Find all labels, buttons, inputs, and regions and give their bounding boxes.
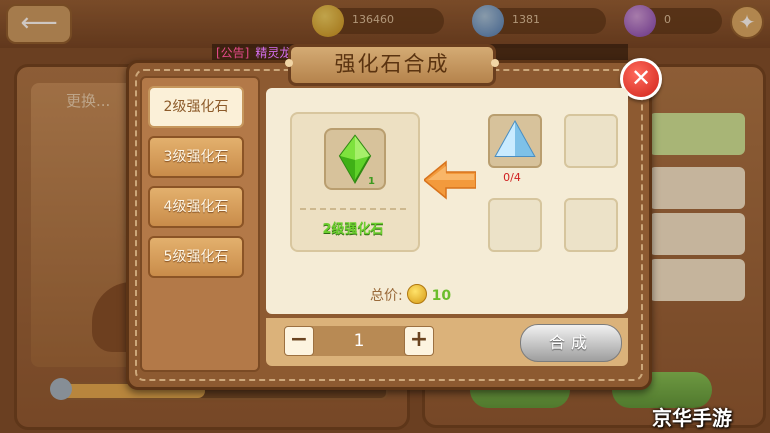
green-crystal-icon — [338, 134, 372, 185]
material-slot-4[interactable] — [564, 198, 618, 252]
announcement-tag: [公告] — [216, 46, 250, 60]
plus-button[interactable]: + — [404, 326, 434, 356]
price-label: 总价: — [370, 288, 403, 304]
quantity-value[interactable]: 1 — [314, 326, 404, 356]
material-slot-3[interactable] — [488, 198, 542, 252]
menu-item-level-4[interactable]: 4级强化石 — [148, 186, 244, 228]
gold-coin-icon — [407, 284, 428, 304]
material-slot-2[interactable] — [564, 114, 618, 168]
material-slot-1[interactable] — [488, 114, 542, 168]
material-count: 0/4 — [503, 171, 521, 184]
menu-item-level-3[interactable]: 3级强化石 — [148, 136, 244, 178]
minus-button[interactable]: − — [284, 326, 314, 356]
card-divider — [300, 208, 406, 210]
announcement-author: 精灵龙 — [255, 46, 292, 60]
compose-button[interactable]: 合成 — [520, 324, 622, 362]
arrow-left-icon — [424, 160, 476, 200]
target-stone-name: 2级强化石 — [322, 222, 384, 237]
dialog-title: 强化石合成 — [285, 44, 499, 86]
close-icon: ✕ — [630, 64, 652, 92]
watermark: 京华手游 — [652, 406, 732, 430]
menu-item-level-2[interactable]: 2级强化石 — [148, 86, 244, 128]
blue-crystal-icon — [494, 119, 536, 157]
target-quantity: 1 — [368, 176, 375, 187]
target-stone-slot[interactable] — [324, 128, 386, 190]
price-value: 10 — [431, 288, 452, 304]
total-price: 总价: 10 — [370, 284, 451, 305]
menu-item-level-5[interactable]: 5级强化石 — [148, 236, 244, 278]
